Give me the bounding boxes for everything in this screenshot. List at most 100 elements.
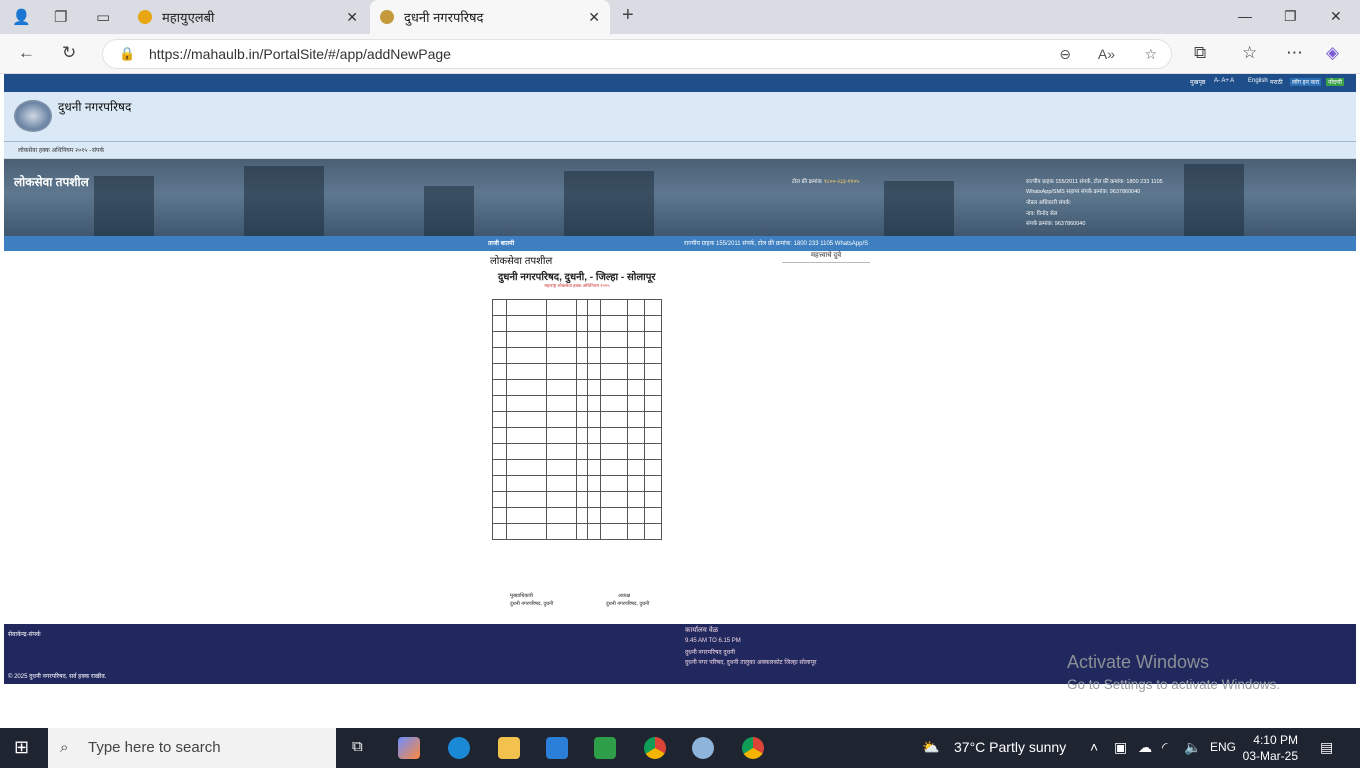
login-button[interactable]: लॉग इन करा <box>1290 78 1322 86</box>
content-title: लोकसेवा तपशील <box>490 256 553 267</box>
office-address: दुधनी नगर परिषद, दुधनी तालुका अक्कलकोट ज… <box>685 660 817 666</box>
more-icon[interactable]: ⋯ <box>1286 43 1303 63</box>
main-content: लोकसेवा तपशील महत्त्वाचे दुवे दुधनी नगरप… <box>4 251 1356 623</box>
taskbar-clock[interactable]: 4:10 PM 03-Mar-25 <box>1238 732 1298 764</box>
page-banner: लोकसेवा तपशील टोल फ्री क्रमांक १८००-२३३-… <box>4 159 1356 236</box>
signature-right-org: दुधनी नगरपरिषद, दुधनी <box>606 601 650 607</box>
important-links-heading[interactable]: महत्त्वाचे दुवे <box>782 251 870 263</box>
url-text: https://mahaulb.in/PortalSite/#/app/addN… <box>149 46 451 62</box>
footer-contact-link[interactable]: सेवाकेन्द्र-संपर्क <box>8 630 41 638</box>
document-subheading: महाराष्ट्र लोकसेवा हक्क अधिनियम २०१५ <box>544 283 610 288</box>
copilot-icon[interactable]: ◈ <box>1326 43 1339 63</box>
file-explorer-icon[interactable] <box>498 737 520 759</box>
banner-building <box>884 181 954 236</box>
paint-app-icon[interactable] <box>692 737 714 759</box>
weather-text[interactable]: 37°C Partly sunny <box>954 739 1066 755</box>
banner-building <box>94 176 154 236</box>
banner-info: राज्यीय ग्राहक 155/2011 संपर्क, टोल फ्री… <box>1026 179 1163 185</box>
tollfree-label: टोल फ्री क्रमांक <box>792 179 822 185</box>
refresh-icon[interactable]: ↻ <box>62 43 76 63</box>
copilot-app-icon[interactable] <box>398 737 420 759</box>
close-icon[interactable]: ✕ <box>588 9 600 26</box>
extensions-icon[interactable]: ⧉ <box>1194 43 1206 63</box>
window-close-icon[interactable]: ✕ <box>1330 8 1342 25</box>
banner-building <box>424 186 474 236</box>
site-logo[interactable] <box>14 100 52 132</box>
collections-icon[interactable]: ❐ <box>54 8 67 26</box>
clock-date: 03-Mar-25 <box>1242 749 1298 763</box>
excel-app-icon[interactable] <box>594 737 616 759</box>
zoom-icon[interactable]: ⊖ <box>1059 40 1071 68</box>
site-header: दुधनी नगरपरिषद <box>4 92 1356 142</box>
signature-left-org: दुधनी नगरपरिषद, दुधनी <box>510 601 554 607</box>
volume-icon[interactable]: 🔈 <box>1184 739 1201 756</box>
signature-right: अध्यक्ष <box>618 593 631 599</box>
language-indicator[interactable]: ENG <box>1210 740 1236 754</box>
footer-copyright: © 2025 दुधनी नगरपरिषद. सर्व हक्क राखीव. <box>8 674 107 680</box>
banner-building <box>244 166 324 236</box>
font-size-links[interactable]: A- A+ A <box>1214 78 1234 84</box>
favicon-icon <box>380 10 394 24</box>
office-hours-title: कार्यालय वेळ <box>685 627 719 634</box>
chevron-up-icon[interactable]: ˄ <box>1090 739 1098 755</box>
onedrive-icon[interactable]: ☁ <box>1138 739 1152 756</box>
search-placeholder: Type here to search <box>88 739 221 756</box>
site-info-icon[interactable]: 🔒 <box>119 40 135 68</box>
taskbar-search[interactable]: ⌕ Type here to search <box>48 728 336 768</box>
store-app-icon[interactable] <box>546 737 568 759</box>
breadcrumb-item[interactable]: लोकसेवा हक्क अधिनियम २०१५ - <box>18 146 91 154</box>
banner-title: लोकसेवा तपशील <box>14 175 89 189</box>
notification-icon[interactable]: ▤ <box>1320 739 1333 756</box>
home-link[interactable]: मुखपृष्ठ <box>1190 78 1205 86</box>
signup-button[interactable]: नोंदणी <box>1326 78 1344 86</box>
meet-icon[interactable]: ▣ <box>1114 739 1127 756</box>
banner-building <box>1184 164 1244 236</box>
document-table <box>492 299 662 540</box>
weather-icon[interactable]: ⛅ <box>922 739 939 756</box>
ticker-text[interactable]: राज्यीय ग्राहक 155/2011 संपर्क, टोल फ्री… <box>684 239 868 247</box>
search-icon: ⌕ <box>60 739 69 756</box>
chrome-app-icon[interactable] <box>644 737 666 759</box>
ticker-label: ताजी बातमी <box>488 241 515 247</box>
profile-icon[interactable]: 👤 <box>12 8 31 26</box>
clock-time: 4:10 PM <box>1253 733 1298 747</box>
url-field[interactable]: 🔒 https://mahaulb.in/PortalSite/#/app/ad… <box>102 39 1172 69</box>
banner-info: संपर्क क्रमांक: 9637860040 <box>1026 221 1086 227</box>
start-icon[interactable]: ⊞ <box>14 737 29 758</box>
task-view-icon[interactable]: ⧉ <box>352 738 363 755</box>
banner-info: नाव: विनोद सेल <box>1026 211 1058 217</box>
windows-taskbar: ⊞ ⌕ Type here to search ⧉ ⛅ 37°C Partly … <box>0 728 1360 768</box>
banner-building <box>564 171 654 236</box>
breadcrumb-item[interactable]: संपर्क <box>92 146 104 154</box>
tab-actions-icon[interactable]: ▭ <box>96 8 110 26</box>
office-name: दुधनी नगरपरिषद दुधनी <box>685 650 736 656</box>
chrome-profile-app-icon[interactable] <box>742 737 764 759</box>
site-name: दुधनी नगरपरिषद <box>58 100 132 114</box>
activate-windows-hint: Go to Settings to activate Windows. <box>1067 677 1281 692</box>
minimize-icon[interactable]: — <box>1238 8 1252 24</box>
close-icon[interactable]: ✕ <box>346 9 358 26</box>
tollfree-value: १८००-२३३-११०५ <box>824 179 860 185</box>
read-aloud-icon[interactable]: A» <box>1098 40 1115 68</box>
tab-label: दुधनी नगरपरिषद <box>404 10 484 25</box>
favorites-icon[interactable]: ☆ <box>1242 43 1257 63</box>
marathi-link[interactable]: मराठी <box>1270 78 1283 86</box>
favicon-icon <box>138 10 152 24</box>
tab-dudhani[interactable]: दुधनी नगरपरिषद ✕ <box>370 0 610 34</box>
tab-label: महायुएलबी <box>162 10 215 25</box>
wifi-icon[interactable]: ◜ <box>1162 739 1167 756</box>
office-hours-time: 9.45 AM TO 6.15 PM <box>685 638 741 644</box>
english-link[interactable]: English <box>1248 78 1268 84</box>
breadcrumb: लोकसेवा हक्क अधिनियम २०१५ - संपर्क <box>4 142 1356 159</box>
service-document-image: दुधनी नगरपरिषद, दुधनी, - जिल्हा - सोलापू… <box>490 267 664 619</box>
browser-tab-bar: 👤 ❐ ▭ महायुएलबी ✕ दुधनी नगरपरिषद ✕ + — ❐… <box>0 0 1360 34</box>
document-heading: दुधनी नगरपरिषद, दुधनी, - जिल्हा - सोलापू… <box>498 272 656 283</box>
favorite-icon[interactable]: ☆ <box>1144 40 1157 68</box>
web-page: मुखपृष्ठ A- A+ A English मराठी लॉग इन कर… <box>4 74 1356 724</box>
restore-icon[interactable]: ❐ <box>1284 8 1297 25</box>
back-icon[interactable]: ← <box>18 43 35 63</box>
edge-app-icon[interactable] <box>448 737 470 759</box>
top-utility-strip: मुखपृष्ठ A- A+ A English मराठी लॉग इन कर… <box>4 74 1356 92</box>
tab-mahaulb[interactable]: महायुएलबी ✕ <box>128 0 368 34</box>
new-tab-icon[interactable]: + <box>622 4 634 27</box>
